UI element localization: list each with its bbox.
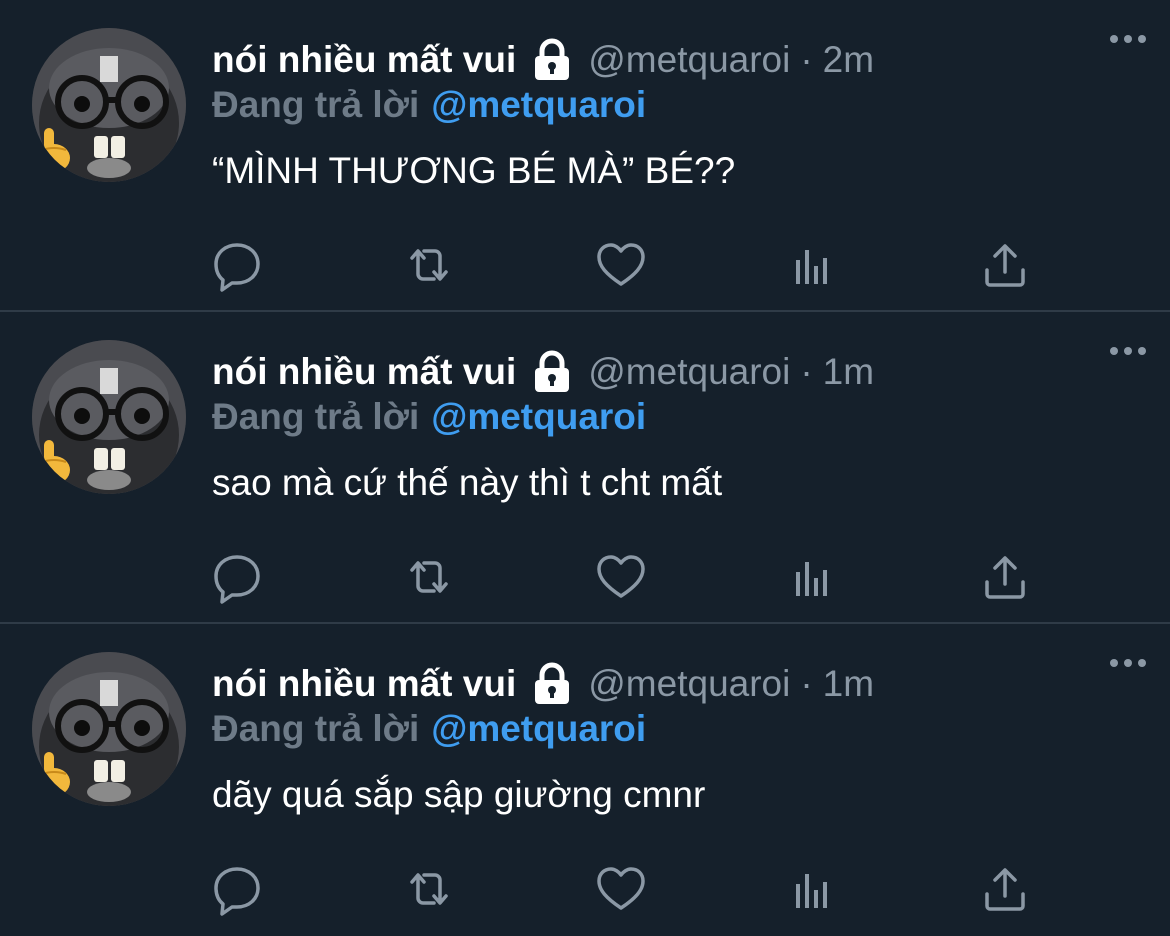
tweet[interactable]: nói nhiều mất vui @metquaroi · 1m Đang t… xyxy=(0,624,1170,936)
reply-icon[interactable] xyxy=(210,550,264,604)
display-name[interactable]: nói nhiều mất vui xyxy=(212,39,516,81)
avatar[interactable] xyxy=(32,652,186,806)
tweet-text: sao mà cứ thế này thì t cht mất xyxy=(212,462,723,503)
tweet-actions xyxy=(0,550,1170,606)
display-name[interactable]: nói nhiều mất vui xyxy=(212,663,516,705)
user-handle[interactable]: @metquaroi xyxy=(588,351,790,393)
replying-to-label: Đang trả lời xyxy=(212,84,420,125)
mention-link[interactable]: @metquaroi xyxy=(431,708,646,749)
replying-to: Đang trả lời @metquaroi xyxy=(212,84,646,126)
reply-icon[interactable] xyxy=(210,862,264,916)
tweet-header: nói nhiều mất vui @metquaroi · 1m xyxy=(212,346,1150,398)
tweet-text: “MÌNH THƯƠNG BÉ MÀ” BÉ?? xyxy=(212,150,736,191)
analytics-icon[interactable] xyxy=(786,238,840,292)
lock-icon xyxy=(530,350,574,394)
lock-icon xyxy=(530,662,574,706)
lock-icon xyxy=(530,38,574,82)
retweet-icon[interactable] xyxy=(402,550,456,604)
replying-to: Đang trả lời @metquaroi xyxy=(212,396,646,438)
like-icon[interactable] xyxy=(594,862,648,916)
replying-to: Đang trả lời @metquaroi xyxy=(212,708,646,750)
timestamp[interactable]: 1m xyxy=(823,351,874,393)
reply-icon[interactable] xyxy=(210,238,264,292)
retweet-icon[interactable] xyxy=(402,862,456,916)
timestamp[interactable]: 2m xyxy=(823,39,874,81)
analytics-icon[interactable] xyxy=(786,862,840,916)
replying-to-label: Đang trả lời xyxy=(212,708,420,749)
tweet-actions xyxy=(0,238,1170,294)
timestamp[interactable]: 1m xyxy=(823,663,874,705)
mention-link[interactable]: @metquaroi xyxy=(431,396,646,437)
separator-dot: · xyxy=(800,351,813,392)
retweet-icon[interactable] xyxy=(402,238,456,292)
tweet-header: nói nhiều mất vui @metquaroi · 1m xyxy=(212,658,1150,710)
like-icon[interactable] xyxy=(594,550,648,604)
display-name[interactable]: nói nhiều mất vui xyxy=(212,351,516,393)
user-handle[interactable]: @metquaroi xyxy=(588,39,790,81)
user-handle[interactable]: @metquaroi xyxy=(588,663,790,705)
separator-dot: · xyxy=(800,663,813,704)
share-icon[interactable] xyxy=(978,862,1032,916)
share-icon[interactable] xyxy=(978,238,1032,292)
more-icon[interactable] xyxy=(1106,24,1150,54)
analytics-icon[interactable] xyxy=(786,550,840,604)
mention-link[interactable]: @metquaroi xyxy=(431,84,646,125)
timeline: nói nhiều mất vui @metquaroi · 2m Đang t… xyxy=(0,0,1170,936)
avatar[interactable] xyxy=(32,340,186,494)
replying-to-label: Đang trả lời xyxy=(212,396,420,437)
tweet-text: dãy quá sắp sập giường cmnr xyxy=(212,774,706,815)
tweet-actions xyxy=(0,862,1170,918)
more-icon[interactable] xyxy=(1106,648,1150,678)
more-icon[interactable] xyxy=(1106,336,1150,366)
avatar[interactable] xyxy=(32,28,186,182)
like-icon[interactable] xyxy=(594,238,648,292)
separator-dot: · xyxy=(800,39,813,80)
share-icon[interactable] xyxy=(978,550,1032,604)
tweet[interactable]: nói nhiều mất vui @metquaroi · 1m Đang t… xyxy=(0,312,1170,624)
tweet-header: nói nhiều mất vui @metquaroi · 2m xyxy=(212,34,1150,86)
tweet[interactable]: nói nhiều mất vui @metquaroi · 2m Đang t… xyxy=(0,0,1170,312)
